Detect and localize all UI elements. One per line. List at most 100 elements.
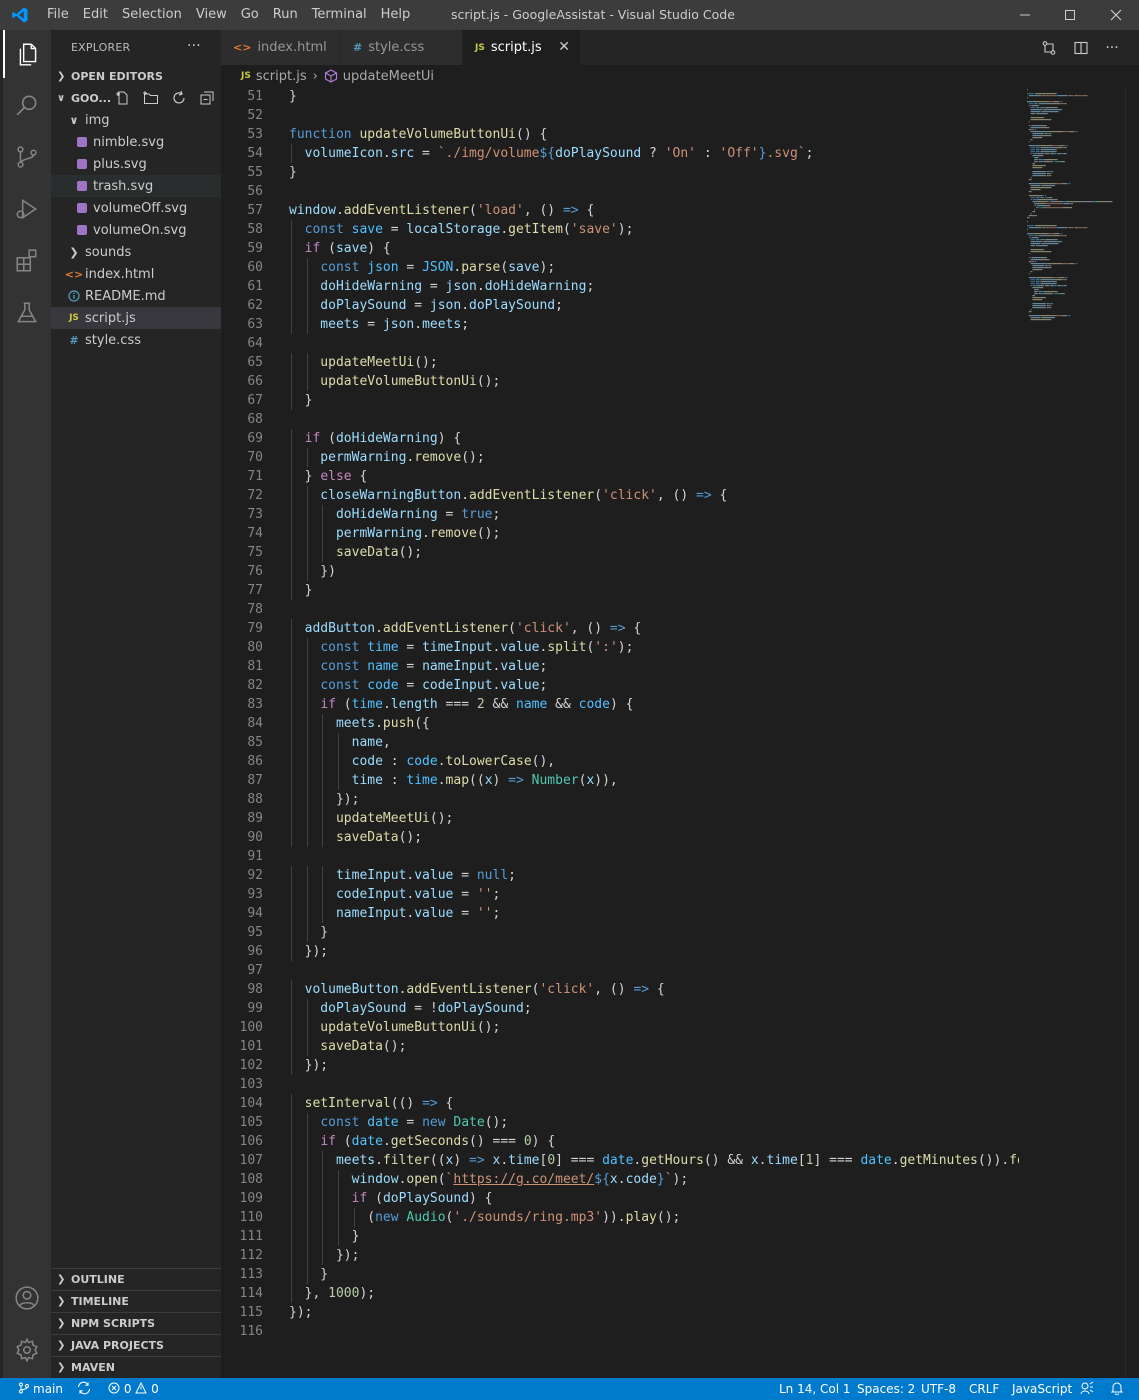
- code-line[interactable]: 114 }, 1000);: [221, 1284, 1019, 1303]
- maximize-icon[interactable]: [1047, 0, 1093, 30]
- code-line[interactable]: 61 doHideWarning = json.doHideWarning;: [221, 277, 1019, 296]
- menu-terminal[interactable]: Terminal: [305, 0, 374, 30]
- menu-file[interactable]: File: [40, 0, 76, 30]
- refresh-icon[interactable]: [171, 90, 187, 109]
- code-line[interactable]: 62 doPlaySound = json.doPlaySound;: [221, 296, 1019, 315]
- menu-go[interactable]: Go: [234, 0, 266, 30]
- tree-item-img-folder[interactable]: ∨ img: [51, 109, 221, 131]
- code-line[interactable]: 68: [221, 410, 1019, 429]
- breadcrumb-file[interactable]: script.js: [256, 69, 307, 84]
- code-line[interactable]: 82 const code = codeInput.value;: [221, 676, 1019, 695]
- tree-item-script-js[interactable]: JS script.js: [51, 307, 221, 329]
- menu-run[interactable]: Run: [266, 0, 305, 30]
- code-line[interactable]: 56: [221, 182, 1019, 201]
- split-editor-icon[interactable]: [1066, 30, 1096, 65]
- code-line[interactable]: 101 saveData();: [221, 1037, 1019, 1056]
- notifications-bell-icon[interactable]: [1110, 1378, 1124, 1400]
- code-line[interactable]: 76 }): [221, 562, 1019, 581]
- code-line[interactable]: 105 const date = new Date();: [221, 1113, 1019, 1132]
- code-line[interactable]: 104 setInterval(() => {: [221, 1094, 1019, 1113]
- code-line[interactable]: 97: [221, 961, 1019, 980]
- code-line[interactable]: 90 saveData();: [221, 828, 1019, 847]
- tab-script-js[interactable]: JS script.js ✕: [463, 30, 581, 65]
- breadcrumb-symbol[interactable]: updateMeetUi: [343, 69, 434, 84]
- language-mode[interactable]: JavaScript: [1012, 1378, 1072, 1400]
- code-line[interactable]: 100 updateVolumeButtonUi();: [221, 1018, 1019, 1037]
- code-line[interactable]: 116: [221, 1322, 1019, 1341]
- more-actions-icon[interactable]: ···: [187, 38, 201, 54]
- code-line[interactable]: 113 }: [221, 1265, 1019, 1284]
- code-line[interactable]: 87 time : time.map((x) => Number(x)),: [221, 771, 1019, 790]
- code-line[interactable]: 88 });: [221, 790, 1019, 809]
- sync-icon[interactable]: [76, 1378, 92, 1400]
- indentation[interactable]: Spaces: 2: [857, 1378, 915, 1400]
- problems-status[interactable]: 0 0: [108, 1378, 159, 1400]
- tab-style-css[interactable]: # style.css: [341, 30, 463, 65]
- manage-gear-icon[interactable]: [3, 1326, 51, 1374]
- code-line[interactable]: 107 meets.filter((x) => x.time[0] === da…: [221, 1151, 1019, 1170]
- feedback-icon[interactable]: [1080, 1378, 1094, 1400]
- code-line[interactable]: 108 window.open(`https://g.co/meet/${x.c…: [221, 1170, 1019, 1189]
- cursor-position[interactable]: Ln 14, Col 1: [779, 1378, 851, 1400]
- npm-scripts-section[interactable]: ❯ NPM SCRIPTS: [51, 1312, 221, 1334]
- code-line[interactable]: 65 updateMeetUi();: [221, 353, 1019, 372]
- search-icon[interactable]: [3, 81, 51, 129]
- code-line[interactable]: 85 name,: [221, 733, 1019, 752]
- code-line[interactable]: 53 function updateVolumeButtonUi() {: [221, 125, 1019, 144]
- code-line[interactable]: 51}: [221, 87, 1019, 106]
- collapse-all-icon[interactable]: [199, 90, 215, 109]
- minimize-icon[interactable]: [1002, 0, 1048, 30]
- tree-item-style-css[interactable]: # style.css: [51, 329, 221, 351]
- code-line[interactable]: 106 if (date.getSeconds() === 0) {: [221, 1132, 1019, 1151]
- code-line[interactable]: 103: [221, 1075, 1019, 1094]
- code-line[interactable]: 92 timeInput.value = null;: [221, 866, 1019, 885]
- extensions-icon[interactable]: [3, 237, 51, 285]
- code-line[interactable]: 59 if (save) {: [221, 239, 1019, 258]
- minimap[interactable]: [1019, 87, 1125, 1378]
- tree-item-volumeoff-svg[interactable]: volumeOff.svg: [51, 197, 221, 219]
- workspace-root-section[interactable]: ∨ GOO...: [51, 87, 221, 109]
- code-line[interactable]: 94 nameInput.value = '';: [221, 904, 1019, 923]
- code-line[interactable]: 73 doHideWarning = true;: [221, 505, 1019, 524]
- explorer-icon[interactable]: [3, 30, 51, 78]
- open-changes-icon[interactable]: [1034, 30, 1064, 65]
- code-line[interactable]: 91: [221, 847, 1019, 866]
- menu-edit[interactable]: Edit: [76, 0, 115, 30]
- code-line[interactable]: 83 if (time.length === 2 && name && code…: [221, 695, 1019, 714]
- code-line[interactable]: 79 addButton.addEventListener('click', (…: [221, 619, 1019, 638]
- code-line[interactable]: 52: [221, 106, 1019, 125]
- code-line[interactable]: 66 updateVolumeButtonUi();: [221, 372, 1019, 391]
- code-line[interactable]: 86 code : code.toLowerCase(),: [221, 752, 1019, 771]
- close-tab-icon[interactable]: ✕: [558, 39, 570, 55]
- code-line[interactable]: 54 volumeIcon.src = `./img/volume${doPla…: [221, 144, 1019, 163]
- code-line[interactable]: 93 codeInput.value = '';: [221, 885, 1019, 904]
- outline-section[interactable]: ❯ OUTLINE: [51, 1268, 221, 1290]
- code-line[interactable]: 72 closeWarningButton.addEventListener('…: [221, 486, 1019, 505]
- code-line[interactable]: 60 const json = JSON.parse(save);: [221, 258, 1019, 277]
- code-line[interactable]: 57 window.addEventListener('load', () => …: [221, 201, 1019, 220]
- code-line[interactable]: 75 saveData();: [221, 543, 1019, 562]
- code-line[interactable]: 78: [221, 600, 1019, 619]
- code-line[interactable]: 74 permWarning.remove();: [221, 524, 1019, 543]
- source-control-icon[interactable]: [3, 133, 51, 181]
- code-line[interactable]: 109 if (doPlaySound) {: [221, 1189, 1019, 1208]
- tab-index-html[interactable]: <> index.html: [221, 30, 341, 65]
- code-line[interactable]: 112 });: [221, 1246, 1019, 1265]
- open-editors-section[interactable]: ❯ OPEN EDITORS: [51, 65, 221, 87]
- tree-item-index-html[interactable]: <> index.html: [51, 263, 221, 285]
- tree-item-nimble-svg[interactable]: nimble.svg: [51, 131, 221, 153]
- code-line[interactable]: 80 const time = timeInput.value.split(':…: [221, 638, 1019, 657]
- tree-item-trash-svg[interactable]: trash.svg: [51, 175, 221, 197]
- editor-scrollbar[interactable]: [1125, 87, 1139, 1378]
- new-file-icon[interactable]: [115, 90, 131, 109]
- menu-selection[interactable]: Selection: [115, 0, 189, 30]
- code-line[interactable]: 96 });: [221, 942, 1019, 961]
- code-line[interactable]: 95 }: [221, 923, 1019, 942]
- testing-icon[interactable]: [3, 289, 51, 337]
- code-line[interactable]: 89 updateMeetUi();: [221, 809, 1019, 828]
- code-line[interactable]: 69 if (doHideWarning) {: [221, 429, 1019, 448]
- code-line[interactable]: 115});: [221, 1303, 1019, 1322]
- tree-item-volumeon-svg[interactable]: volumeOn.svg: [51, 219, 221, 241]
- accounts-icon[interactable]: [3, 1274, 51, 1322]
- code-line[interactable]: 70 permWarning.remove();: [221, 448, 1019, 467]
